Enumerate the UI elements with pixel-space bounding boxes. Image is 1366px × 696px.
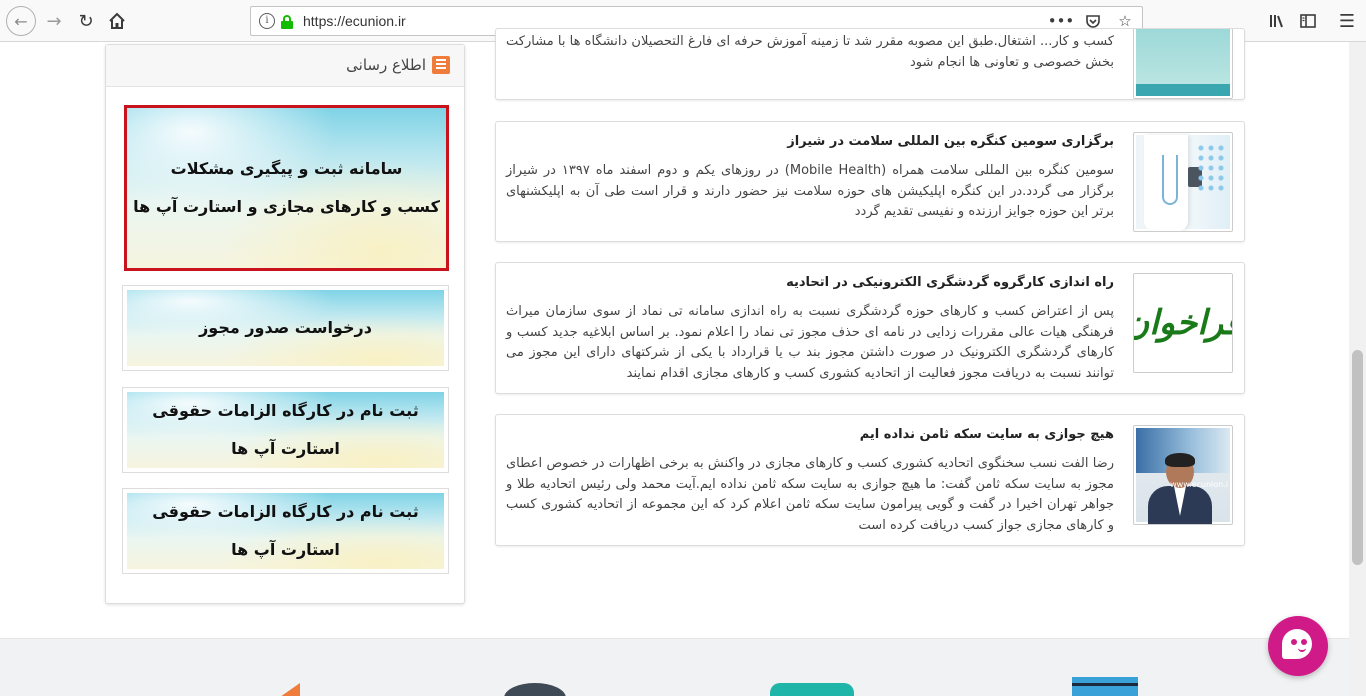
home-icon — [109, 12, 125, 29]
news-body: رضا الفت نسب سخنگوی اتحادیه کشوری کسب و … — [506, 456, 1114, 533]
url-text[interactable]: https://ecunion.ir — [303, 13, 406, 29]
thumbnail-caption: فراخوان — [1134, 303, 1232, 343]
news-title[interactable]: برگزاری سومین کنگره بین المللی سلامت در … — [506, 134, 1114, 149]
news-item[interactable]: فراخوان راه اندازی کارگروه گردشگری الکتر… — [495, 262, 1245, 394]
partner-logo[interactable] — [280, 683, 300, 696]
news-body: کسب و کار... اشتغال.طبق این مصوبه مقرر ش… — [506, 34, 1114, 70]
forward-button[interactable]: → — [40, 7, 68, 35]
library-button[interactable] — [1263, 7, 1291, 35]
news-thumbnail[interactable] — [1133, 29, 1233, 99]
back-button[interactable]: ← — [6, 6, 36, 36]
reload-icon: ↻ — [78, 10, 94, 32]
lock-icon — [281, 15, 293, 29]
scrollbar-thumb[interactable] — [1352, 350, 1363, 565]
news-thumbnail[interactable]: فراخوان — [1133, 273, 1233, 373]
partner-logo[interactable] — [770, 683, 854, 696]
news-body: سومین کنگره بین المللی سلامت همراه (Mobi… — [506, 163, 1114, 219]
partner-logo[interactable] — [504, 683, 566, 696]
banner-workshop-registration[interactable]: ثبت نام در کارگاه الزامات حقوقی استارت آ… — [122, 488, 449, 574]
news-item[interactable]: کسب و کار... اشتغال.طبق این مصوبه مقرر ش… — [495, 28, 1245, 100]
news-body: پس از اعتراض کسب و کارهای حوزه گردشگری ن… — [506, 304, 1114, 381]
sidebar-icon — [1300, 14, 1316, 28]
menu-button[interactable]: ☰ — [1333, 7, 1361, 35]
banner-line: درخواست صدور مجوز — [199, 318, 372, 337]
info-icon[interactable]: i — [259, 13, 275, 29]
hamburger-icon: ☰ — [1338, 10, 1356, 32]
banner-line: سامانه ثبت و پیگیری مشکلات — [170, 159, 403, 178]
banner-line: ثبت نام در کارگاه الزامات حقوقی استارت آ… — [152, 401, 419, 458]
banner-line: ثبت نام در کارگاه الزامات حقوقی استارت آ… — [152, 502, 419, 559]
arrow-right-icon: → — [46, 10, 62, 32]
partner-logo[interactable] — [1072, 677, 1138, 696]
footer — [0, 638, 1349, 696]
news-title[interactable]: راه اندازی کارگروه گردشگری الکترونیکی در… — [506, 275, 1114, 290]
news-item[interactable]: برگزاری سومین کنگره بین المللی سلامت در … — [495, 121, 1245, 242]
banner-problem-tracking[interactable]: سامانه ثبت و پیگیری مشکلات کسب و کارهای … — [124, 105, 449, 271]
info-panel-title: اطلاع رسانی — [346, 56, 426, 74]
reload-button[interactable]: ↻ — [72, 7, 100, 35]
info-panel: اطلاع رسانی سامانه ثبت و پیگیری مشکلات ک… — [105, 44, 465, 604]
chat-icon — [1282, 629, 1312, 659]
banner-workshop-registration[interactable]: ثبت نام در کارگاه الزامات حقوقی استارت آ… — [122, 387, 449, 473]
chat-widget-button[interactable] — [1268, 616, 1328, 676]
banner-line: کسب و کارهای مجازی و استارت آپ ها — [133, 197, 440, 216]
news-icon — [432, 56, 450, 74]
info-panel-header: اطلاع رسانی — [106, 45, 464, 87]
news-item[interactable]: www.ecunion.i هیچ جوازی به سایت سکه ثامن… — [495, 414, 1245, 546]
page-scrollbar[interactable] — [1349, 42, 1366, 696]
thumbnail-caption: www.ecunion.i — [1170, 480, 1228, 489]
library-icon — [1270, 15, 1283, 28]
news-thumbnail[interactable] — [1133, 132, 1233, 232]
news-title[interactable]: هیچ جوازی به سایت سکه ثامن نداده ایم — [506, 427, 1114, 442]
arrow-left-icon: ← — [14, 11, 28, 31]
news-thumbnail[interactable]: www.ecunion.i — [1133, 425, 1233, 525]
home-button[interactable] — [103, 7, 131, 35]
sidebar-button[interactable] — [1294, 7, 1322, 35]
banner-license-request[interactable]: درخواست صدور مجوز — [122, 285, 449, 371]
